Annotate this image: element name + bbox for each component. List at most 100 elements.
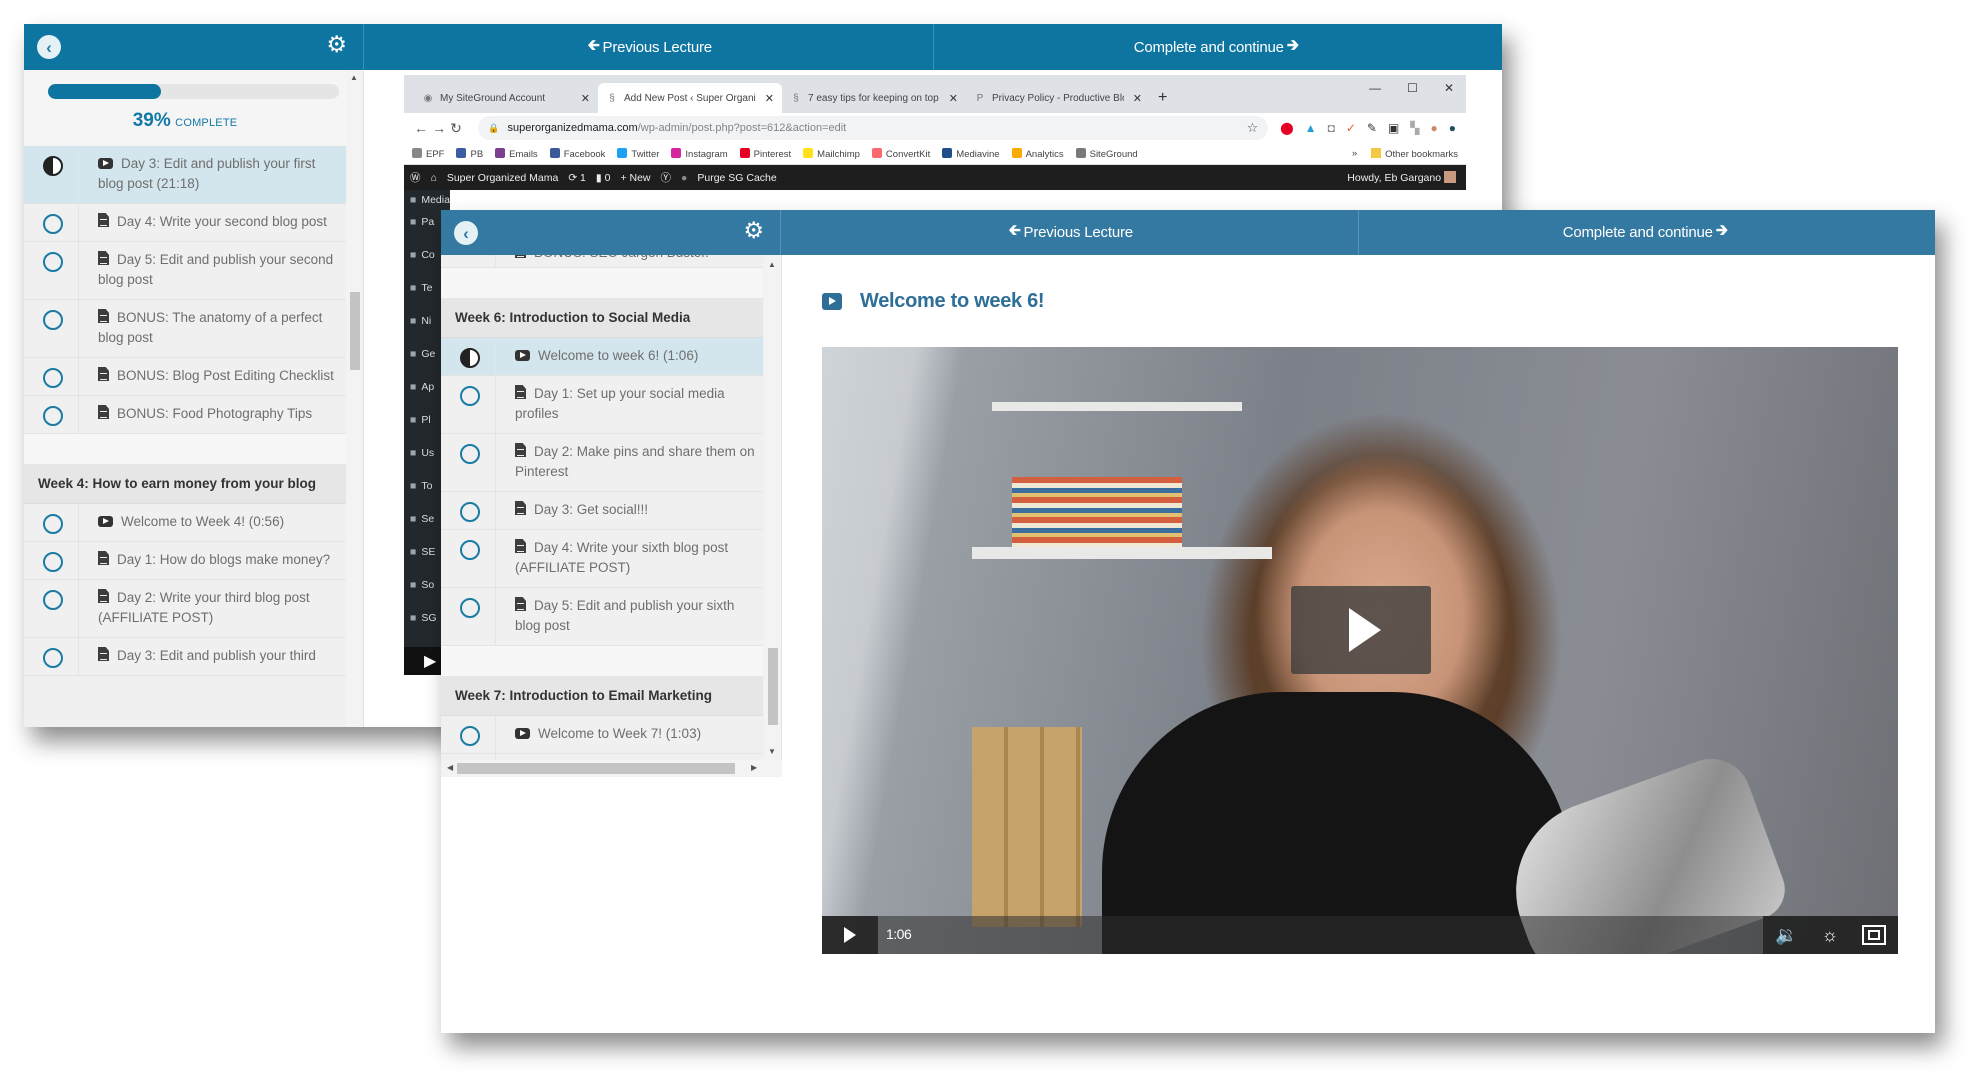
gear-icon[interactable]: ⚙ (743, 219, 764, 242)
close-tab-icon[interactable]: ✕ (765, 92, 774, 105)
lecture-item[interactable]: Day 1: Set up your social media profiles (441, 376, 763, 434)
comments-icon[interactable]: ▮ 0 (596, 172, 611, 184)
incomplete-circle-icon[interactable] (460, 444, 480, 464)
scrollbar-thumb[interactable] (768, 648, 778, 725)
incomplete-circle-icon[interactable] (460, 386, 480, 406)
scrollbar-thumb[interactable] (457, 763, 735, 774)
incomplete-circle-icon[interactable] (43, 368, 63, 388)
scroll-left-arrow-icon[interactable]: ◀ (447, 763, 453, 772)
lecture-item[interactable]: Day 5: Edit and publish your second blog… (24, 242, 346, 300)
close-window-icon[interactable]: ✕ (1444, 81, 1454, 95)
lecture-item[interactable]: Day 5: Edit and publish your sixth blog … (441, 588, 763, 646)
incomplete-circle-icon[interactable] (43, 552, 63, 572)
bookmark-item[interactable]: Mailchimp (803, 147, 860, 160)
bookmark-item[interactable]: EPF (412, 147, 444, 160)
lecture-item[interactable]: Welcome to Week 7! (1:03) (441, 716, 763, 754)
bookmark-item[interactable]: Analytics (1011, 147, 1064, 160)
lecture-item[interactable]: BONUS: The anatomy of a perfect blog pos… (24, 300, 346, 358)
extension-icon[interactable]: ▚ (1410, 121, 1419, 135)
bookmark-item[interactable]: Facebook (549, 147, 605, 160)
bookmark-item[interactable]: Mediavine (942, 147, 1000, 160)
wordpress-logo-icon[interactable]: Ⓦ (410, 170, 421, 185)
lecture-item[interactable]: BONUS: Food Photography Tips (24, 396, 346, 434)
complete-continue-button[interactable]: Complete and continue 🡲 (1359, 210, 1936, 255)
eyedropper-extension-icon[interactable]: ✎ (1367, 121, 1377, 135)
settings-icon[interactable]: ☼ (1821, 925, 1838, 946)
big-play-button[interactable] (1291, 586, 1431, 674)
lecture-item[interactable]: Day 3: Get social!!! (441, 492, 763, 530)
bookmark-item[interactable]: Twitter (617, 147, 659, 160)
play-icon[interactable] (822, 916, 878, 954)
incomplete-circle-icon[interactable] (43, 590, 63, 610)
scroll-up-arrow-icon[interactable]: ▲ (350, 73, 358, 82)
url-bar[interactable]: 🔒 superorganizedmama.com/wp-admin/post.p… (478, 116, 1269, 140)
scrollbar-thumb[interactable] (350, 292, 360, 370)
previous-lecture-button[interactable]: 🡰 Previous Lecture (781, 210, 1359, 255)
sidebar-scrollbar[interactable]: ▲ ▼ (764, 255, 781, 760)
updates-icon[interactable]: ⟳ 1 (568, 172, 586, 184)
back-arrow-icon[interactable]: ← (414, 120, 432, 136)
lecture-item[interactable]: Welcome to Week 4! (0:56) (24, 504, 346, 542)
previous-lecture-button[interactable]: 🡰 Previous Lecture (364, 24, 934, 70)
extension-icon[interactable]: ▲ (1305, 121, 1317, 135)
sidebar-scrollbar[interactable]: ▲ (346, 70, 363, 727)
gear-icon[interactable]: ⚙ (326, 33, 347, 56)
scroll-right-arrow-icon[interactable]: ▶ (751, 763, 757, 772)
incomplete-circle-icon[interactable] (460, 726, 480, 746)
bookmark-star-icon[interactable]: ☆ (1247, 120, 1259, 136)
browser-tab[interactable]: ◉ My SiteGround Account ✕ (414, 83, 598, 113)
in-progress-icon[interactable] (460, 348, 480, 368)
video-player[interactable]: 1:06 🔉 ☼ (822, 347, 1898, 954)
minimize-icon[interactable]: — (1369, 81, 1381, 95)
fullscreen-icon[interactable] (1861, 925, 1886, 945)
incomplete-circle-icon[interactable] (460, 540, 480, 560)
scroll-down-arrow-icon[interactable]: ▼ (768, 747, 776, 756)
incomplete-circle-icon[interactable] (43, 214, 63, 234)
incomplete-circle-icon[interactable] (43, 406, 63, 426)
incomplete-circle-icon[interactable] (43, 648, 63, 668)
close-tab-icon[interactable]: ✕ (1133, 92, 1142, 105)
close-tab-icon[interactable]: ✕ (949, 92, 958, 105)
new-content-button[interactable]: + New (620, 172, 650, 184)
maximize-icon[interactable]: ☐ (1407, 81, 1418, 95)
extension-icon[interactable]: ✓ (1346, 121, 1356, 135)
lecture-item[interactable]: Day 4: Write your sixth blog post (AFFIL… (441, 530, 763, 588)
lecture-item[interactable]: Day 3: Edit and publish your first blog … (24, 146, 346, 204)
wp-menu-item[interactable]: ■ Media (404, 190, 450, 212)
extension-icon[interactable]: ● (1449, 121, 1456, 135)
browser-tab[interactable]: § 7 easy tips for keeping on top of ✕ (782, 83, 966, 113)
complete-continue-button[interactable]: Complete and continue 🡲 (934, 24, 1503, 70)
lecture-item[interactable]: Day 2: Make pins and share them on Pinte… (441, 434, 763, 492)
lecture-item[interactable]: Day 4: Write your second blog post (24, 204, 346, 242)
horizontal-scrollbar[interactable]: ◀ ▶ (441, 760, 782, 777)
wp-site-name[interactable]: Super Organized Mama (447, 172, 558, 184)
reload-icon[interactable]: ↻ (450, 120, 468, 137)
howdy-user[interactable]: Howdy, Eb Gargano (1347, 171, 1456, 184)
scroll-up-arrow-icon[interactable]: ▲ (768, 260, 776, 269)
profile-avatar[interactable]: ● (1431, 121, 1438, 135)
bookmark-item[interactable]: Emails (495, 147, 538, 160)
lecture-item[interactable]: BONUS: Blog Post Editing Checklist (24, 358, 346, 396)
lecture-item[interactable]: Day 2: Write your third blog post (AFFIL… (24, 580, 346, 638)
new-tab-icon[interactable]: + (1158, 89, 1167, 107)
in-progress-icon[interactable] (43, 156, 63, 176)
incomplete-circle-icon[interactable] (43, 514, 63, 534)
incomplete-circle-icon[interactable] (460, 502, 480, 522)
back-chevron-icon[interactable]: ‹ (37, 35, 61, 59)
bookmark-item[interactable]: Instagram (671, 147, 728, 160)
bookmarks-overflow-button[interactable]: » (1352, 148, 1357, 160)
yoast-icon[interactable]: Ⓨ (661, 170, 672, 185)
pinterest-extension-icon[interactable]: ⬤ (1280, 121, 1293, 135)
other-bookmarks-button[interactable]: Other bookmarks (1371, 147, 1458, 160)
forward-arrow-icon[interactable]: → (432, 120, 450, 136)
purge-cache-button[interactable]: Purge SG Cache (697, 172, 776, 184)
camera-extension-icon[interactable]: ◘ (1328, 121, 1335, 135)
volume-icon[interactable]: 🔉 (1775, 925, 1797, 946)
bookmark-item[interactable]: SiteGround (1075, 147, 1138, 160)
bookmark-item[interactable]: ConvertKit (871, 147, 930, 160)
lecture-item[interactable]: Welcome to week 6! (1:06) (441, 338, 763, 376)
lecture-item[interactable]: Day 1: How do blogs make money? (24, 542, 346, 580)
incomplete-circle-icon[interactable] (460, 598, 480, 618)
close-tab-icon[interactable]: ✕ (581, 92, 590, 105)
lecture-item[interactable]: BONUS: SEO Jargon Buster. (441, 255, 763, 268)
